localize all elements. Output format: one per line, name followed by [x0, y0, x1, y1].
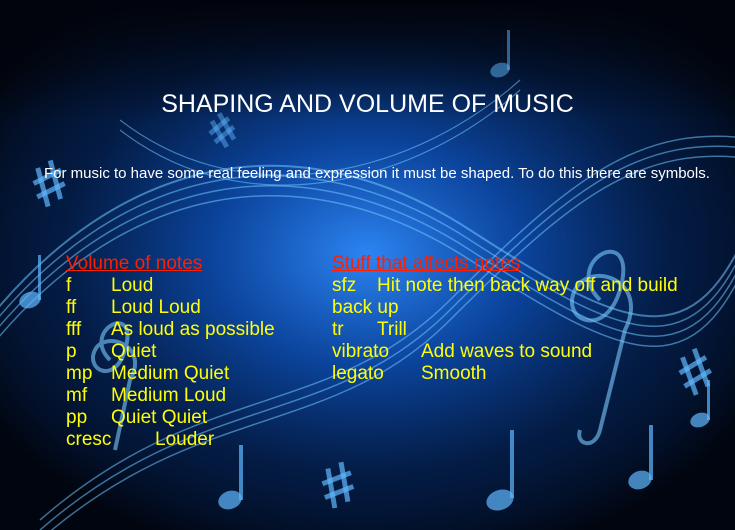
effects-row: legato Smooth: [332, 363, 486, 385]
volume-symbol: f: [66, 275, 72, 296]
volume-row: mf Medium Loud: [66, 385, 226, 407]
intro-paragraph: For music to have some real feeling and …: [44, 165, 710, 182]
effects-meaning: Trill: [377, 319, 407, 340]
slide-title: SHAPING AND VOLUME OF MUSIC: [161, 90, 574, 118]
volume-symbol: fff: [66, 319, 82, 340]
effects-symbol: tr: [332, 319, 344, 340]
volume-meaning: Medium Loud: [111, 385, 227, 406]
volume-meaning: Loud Loud: [111, 297, 201, 318]
volume-meaning: Quiet Quiet: [111, 407, 208, 428]
volume-row: mp Medium Quiet: [66, 363, 229, 385]
effects-heading: Stuff that affects notes: [332, 253, 521, 274]
effects-row: back up: [332, 297, 399, 319]
volume-meaning: As loud as possible: [111, 319, 275, 340]
volume-row: ff Loud Loud: [66, 297, 201, 319]
volume-row: pp Quiet Quiet: [66, 407, 207, 429]
effects-row: tr Trill: [332, 319, 407, 341]
volume-heading: Volume of notes: [66, 253, 203, 274]
volume-row: f Loud: [66, 275, 153, 297]
volume-row: fff As loud as possible: [66, 319, 275, 341]
volume-meaning: Louder: [155, 429, 215, 450]
volume-symbol: mp: [66, 363, 93, 384]
volume-symbol: p: [66, 341, 77, 362]
effects-row: vibrato Add waves to sound: [332, 341, 592, 363]
volume-meaning: Loud: [111, 275, 154, 296]
effects-symbol: sfz: [332, 275, 357, 296]
volume-row: p Quiet: [66, 341, 156, 363]
volume-symbol: cresc: [66, 429, 112, 450]
volume-row: cresc Louder: [66, 429, 214, 451]
volume-symbol: pp: [66, 407, 88, 428]
effects-symbol: vibrato: [332, 341, 390, 362]
volume-meaning: Quiet: [111, 341, 157, 362]
effects-meaning: back up: [332, 297, 399, 318]
volume-meaning: Medium Quiet: [111, 363, 230, 384]
volume-symbol: ff: [66, 297, 77, 318]
volume-symbol: mf: [66, 385, 88, 406]
effects-row: sfz Hit note then back way off and build: [332, 275, 678, 297]
effects-symbol: legato: [332, 363, 384, 384]
effects-meaning: Add waves to sound: [421, 341, 593, 362]
effects-meaning: Hit note then back way off and build: [377, 275, 678, 296]
effects-meaning: Smooth: [421, 363, 487, 384]
